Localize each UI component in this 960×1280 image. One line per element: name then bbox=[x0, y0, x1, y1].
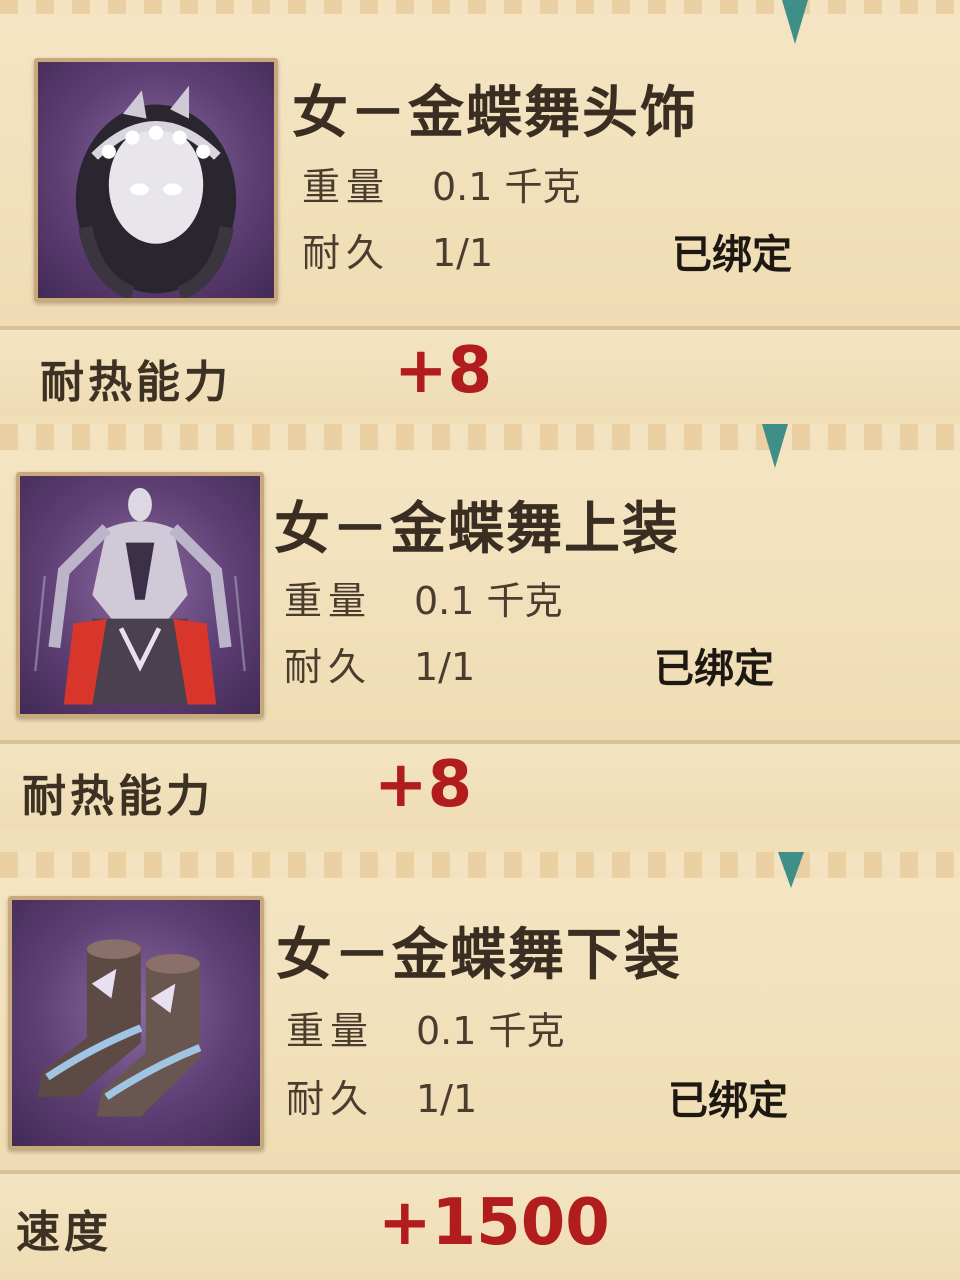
bound-status: 已绑定 bbox=[672, 232, 792, 278]
item-name: 女－金蝶舞下装 bbox=[276, 923, 682, 988]
item-card-headdress[interactable]: 女－金蝶舞头饰 重量 0.1 千克 耐久 1/1 已绑定 耐热能力 +8 bbox=[0, 0, 960, 420]
stat-value: +8 bbox=[394, 334, 493, 408]
item-name: 女－金蝶舞上装 bbox=[274, 497, 680, 562]
weight-value: 0.1 千克 bbox=[432, 165, 581, 209]
stat-label: 耐热能力 bbox=[40, 357, 232, 408]
bound-status: 已绑定 bbox=[654, 646, 774, 692]
durability-label: 耐久 bbox=[302, 231, 391, 275]
item-card-top[interactable]: 女－金蝶舞上装 重量 0.1 千克 耐久 1/1 已绑定 耐热能力 +8 bbox=[0, 424, 960, 854]
stat-label: 速度 bbox=[16, 1207, 112, 1258]
weight-line: 重量 0.1 千克 bbox=[284, 570, 563, 625]
stat-row: 速度 +1500 bbox=[0, 1174, 960, 1280]
weight-line: 重量 0.1 千克 bbox=[302, 156, 581, 211]
durability-value: 1/1 bbox=[432, 231, 494, 275]
stat-label: 耐热能力 bbox=[22, 771, 214, 822]
durability-line: 耐久 1/1 bbox=[286, 1068, 477, 1123]
durability-line: 耐久 1/1 bbox=[284, 636, 475, 691]
durability-label: 耐久 bbox=[284, 645, 373, 689]
durability-value: 1/1 bbox=[416, 1077, 478, 1121]
durability-value: 1/1 bbox=[414, 645, 476, 689]
weight-value: 0.1 千克 bbox=[414, 579, 563, 623]
weight-label: 重量 bbox=[284, 579, 373, 623]
tab-marker-icon bbox=[782, 0, 808, 44]
card-header-band bbox=[0, 0, 960, 14]
stat-value: +8 bbox=[374, 748, 473, 822]
item-card-bottom[interactable]: 女－金蝶舞下装 重量 0.1 千克 耐久 1/1 已绑定 速度 +1500 bbox=[0, 852, 960, 1280]
item-name: 女－金蝶舞头饰 bbox=[292, 81, 698, 146]
weight-label: 重量 bbox=[286, 1009, 375, 1053]
weight-line: 重量 0.1 千克 bbox=[286, 1000, 565, 1055]
card-header-band bbox=[0, 424, 960, 450]
card-header-band bbox=[0, 852, 960, 878]
weight-value: 0.1 千克 bbox=[416, 1009, 565, 1053]
top-garment-icon bbox=[16, 472, 264, 718]
durability-label: 耐久 bbox=[286, 1077, 375, 1121]
boots-icon bbox=[8, 896, 264, 1150]
headdress-icon bbox=[34, 58, 278, 302]
stat-row: 耐热能力 +8 bbox=[0, 330, 960, 416]
bound-status: 已绑定 bbox=[668, 1078, 788, 1124]
durability-line: 耐久 1/1 bbox=[302, 222, 493, 277]
stat-value: +1500 bbox=[378, 1186, 610, 1260]
weight-label: 重量 bbox=[302, 165, 391, 209]
tab-marker-icon bbox=[778, 852, 804, 888]
tab-marker-icon bbox=[762, 424, 788, 468]
stat-row: 耐热能力 +8 bbox=[0, 744, 960, 830]
